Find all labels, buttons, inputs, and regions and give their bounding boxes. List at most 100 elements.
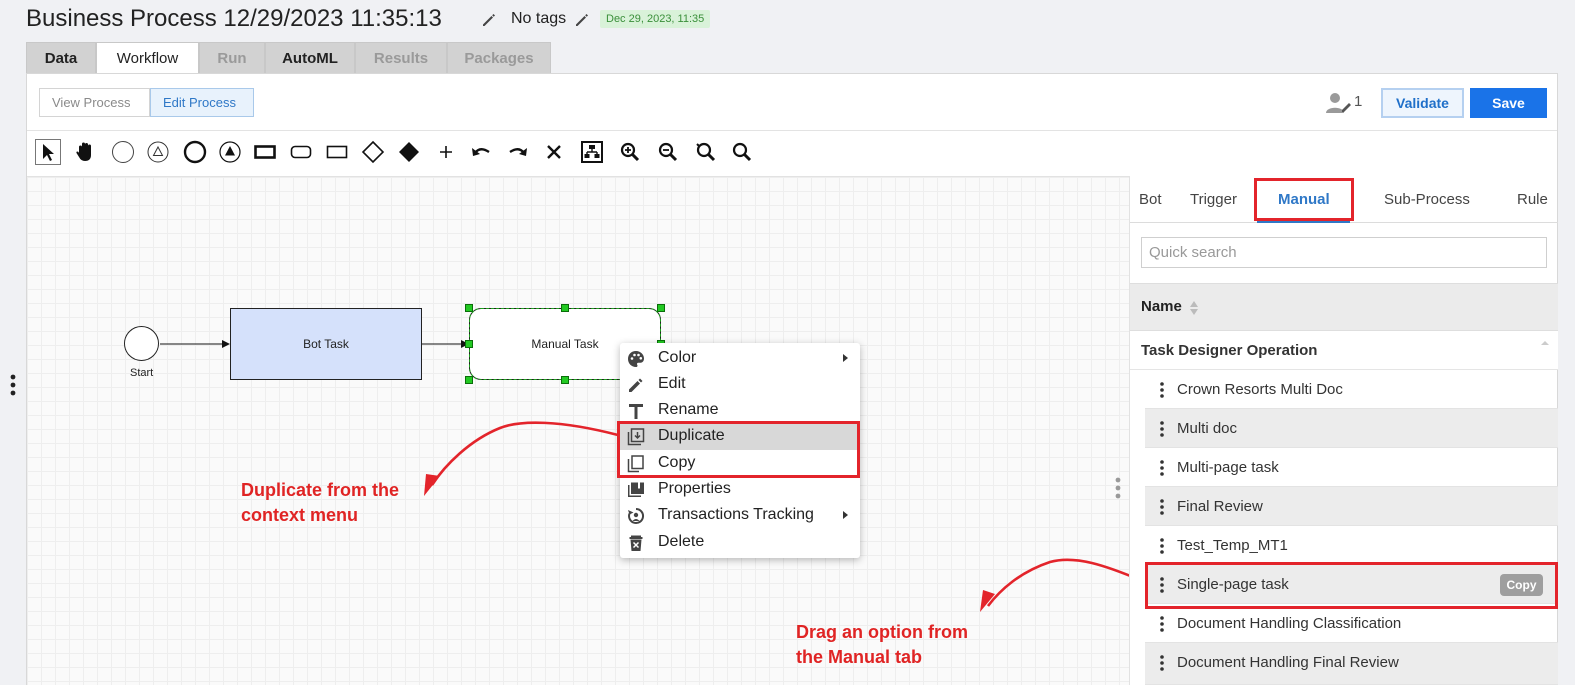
tab-trigger[interactable]: Trigger xyxy=(1190,191,1237,208)
panel-splitter-handle[interactable] xyxy=(1114,476,1122,500)
delete-tool[interactable] xyxy=(541,139,567,165)
redo-tool[interactable] xyxy=(505,139,531,165)
resize-handle-nw[interactable] xyxy=(465,304,473,312)
drag-annotation-line1: Drag an option from xyxy=(796,622,968,642)
collapse-icon xyxy=(1541,341,1549,345)
edit-title-pencil-icon[interactable] xyxy=(481,12,497,28)
tracking-icon xyxy=(628,507,645,524)
intermediate-event-icon xyxy=(147,141,169,163)
zoom-actual-tool[interactable] xyxy=(729,139,755,165)
submenu-arrow-icon xyxy=(843,354,848,362)
menu-item-properties[interactable]: Properties xyxy=(620,477,860,503)
resize-handle-sw[interactable] xyxy=(465,376,473,384)
list-item[interactable]: Crown Resorts Multi Doc xyxy=(1145,370,1558,409)
end-event-tool[interactable] xyxy=(182,139,208,165)
signal-event-tool[interactable] xyxy=(217,139,243,165)
drag-handle-icon xyxy=(1160,421,1164,437)
bot-task-label: Bot Task xyxy=(303,337,349,351)
menu-item-edit[interactable]: Edit xyxy=(620,372,860,398)
menu-item-delete[interactable]: Delete xyxy=(620,530,860,556)
edit-tags-pencil-icon[interactable] xyxy=(574,12,590,28)
zoom-in-tool[interactable] xyxy=(617,139,643,165)
drag-annotation: Drag an option from the Manual tab xyxy=(796,620,968,670)
tab-data[interactable]: Data xyxy=(26,42,96,74)
list-item-label: Final Review xyxy=(1177,498,1263,515)
list-item[interactable]: Final Review xyxy=(1145,487,1558,526)
menu-item-label: Delete xyxy=(658,533,705,550)
bot-task-node[interactable]: Bot Task xyxy=(230,308,422,380)
pointer-icon xyxy=(43,144,54,161)
resize-handle-ne[interactable] xyxy=(657,304,665,312)
edit-process-button[interactable]: Edit Process xyxy=(150,88,254,117)
zoom-out-tool[interactable] xyxy=(655,139,681,165)
start-event-node[interactable] xyxy=(124,326,159,361)
group-label: Task Designer Operation xyxy=(1141,342,1318,359)
user-edit-icon[interactable] xyxy=(1325,91,1353,115)
list-item[interactable]: Multi doc xyxy=(1145,409,1558,448)
tab-bot[interactable]: Bot xyxy=(1139,191,1162,208)
properties-icon xyxy=(628,482,644,497)
drag-handle-icon xyxy=(1160,655,1164,671)
name-header-label: Name xyxy=(1141,298,1182,315)
business-process-editor: Business Process 12/29/2023 11:35:13 No … xyxy=(0,0,1575,685)
list-item-label: Document Handling Final Review xyxy=(1177,654,1399,671)
list-item[interactable]: Multi-page task xyxy=(1145,448,1558,487)
drag-handle-icon xyxy=(1160,538,1164,554)
left-panel-resize-handle[interactable] xyxy=(9,373,17,397)
submenu-arrow-icon xyxy=(843,511,848,519)
page-title: Business Process 12/29/2023 11:35:13 xyxy=(26,5,442,32)
subprocess-tool[interactable] xyxy=(324,139,350,165)
list-item-label: Multi doc xyxy=(1177,420,1238,437)
tab-rule[interactable]: Rule xyxy=(1517,191,1548,208)
start-event-label: Start xyxy=(130,367,154,379)
list-item[interactable]: Document Handling Classification xyxy=(1145,604,1558,643)
zoom-out-icon xyxy=(658,142,678,162)
drag-handle-icon xyxy=(1160,382,1164,398)
end-event-icon xyxy=(183,140,207,164)
resize-handle-w[interactable] xyxy=(465,340,473,348)
resize-handle-n[interactable] xyxy=(561,304,569,312)
validate-button[interactable]: Validate xyxy=(1381,88,1464,118)
menu-item-color[interactable]: Color xyxy=(620,346,860,372)
group-header[interactable]: Task Designer Operation xyxy=(1130,331,1558,370)
pan-tool[interactable] xyxy=(72,139,98,165)
process-canvas[interactable] xyxy=(27,176,1129,685)
tab-automl[interactable]: AutoML xyxy=(265,42,355,74)
add-tool[interactable] xyxy=(433,139,459,165)
tab-sub-process[interactable]: Sub-Process xyxy=(1384,191,1470,208)
single-page-task-highlight xyxy=(1145,562,1558,609)
list-item-label: Crown Resorts Multi Doc xyxy=(1177,381,1343,398)
resize-handle-s[interactable] xyxy=(561,376,569,384)
rounded-task-tool[interactable] xyxy=(288,139,314,165)
list-item[interactable]: Document Handling Final Review xyxy=(1145,643,1558,685)
timer-event-icon xyxy=(219,141,241,163)
menu-item-label: Rename xyxy=(658,401,719,418)
auto-layout-tool[interactable] xyxy=(579,139,605,165)
menu-item-label: Color xyxy=(658,349,697,366)
task-tool[interactable] xyxy=(252,139,278,165)
duplicate-annotation-line2: context menu xyxy=(241,505,359,525)
list-item-label: Document Handling Classification xyxy=(1177,615,1402,632)
drag-handle-icon xyxy=(1160,499,1164,515)
tags-label: No tags xyxy=(511,10,567,27)
quick-search-input[interactable]: Quick search xyxy=(1141,237,1547,268)
zoom-fit-tool[interactable] xyxy=(692,139,718,165)
menu-item-label: Properties xyxy=(658,480,731,497)
list-item[interactable]: Test_Temp_MT1 xyxy=(1145,526,1558,565)
tab-packages: Packages xyxy=(447,42,551,74)
save-button[interactable]: Save xyxy=(1470,88,1547,118)
tab-workflow[interactable]: Workflow xyxy=(96,42,199,75)
start-event-tool[interactable] xyxy=(110,139,136,165)
pointer-tool[interactable] xyxy=(35,139,61,165)
duplicate-copy-highlight xyxy=(617,421,860,478)
filled-gateway-tool[interactable] xyxy=(396,139,422,165)
view-process-button[interactable]: View Process xyxy=(39,88,150,117)
pan-hand-icon xyxy=(76,142,91,161)
intermediate-event-tool[interactable] xyxy=(145,139,171,165)
menu-item-transactions-tracking[interactable]: Transactions Tracking xyxy=(620,503,860,529)
undo-tool[interactable] xyxy=(468,139,494,165)
name-column-header[interactable]: Name xyxy=(1130,283,1558,331)
rounded-task-icon xyxy=(290,145,312,159)
tab-run: Run xyxy=(199,42,265,74)
gateway-tool[interactable] xyxy=(360,139,386,165)
